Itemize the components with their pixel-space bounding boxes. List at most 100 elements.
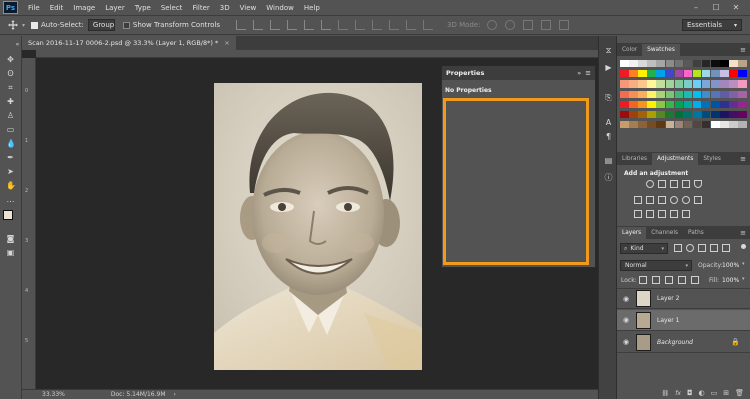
- lock-pixels-icon[interactable]: [652, 276, 660, 284]
- color-swatch[interactable]: [665, 111, 675, 119]
- color-swatch[interactable]: [647, 90, 656, 98]
- distribute-bottom-icon[interactable]: [372, 20, 382, 30]
- tab-swatches[interactable]: Swatches: [642, 44, 680, 56]
- layer-style-icon[interactable]: fx: [675, 390, 681, 397]
- panel-menu-icon[interactable]: ≡: [585, 69, 591, 77]
- align-middle-icon[interactable]: [253, 20, 263, 30]
- panel-menu-icon[interactable]: ≡: [740, 229, 746, 237]
- screen-mode-icon[interactable]: ▣: [6, 248, 15, 257]
- color-swatch[interactable]: [629, 111, 638, 119]
- color-swatch[interactable]: [683, 90, 693, 98]
- color-swatch[interactable]: [674, 90, 684, 98]
- color-swatch[interactable]: [711, 60, 720, 68]
- color-swatch[interactable]: [620, 80, 629, 88]
- color-swatch[interactable]: [692, 80, 702, 88]
- color-swatch[interactable]: [729, 90, 738, 98]
- color-swatch[interactable]: [738, 90, 747, 98]
- tab-layers[interactable]: Layers: [617, 227, 647, 239]
- color-swatch[interactable]: [692, 121, 702, 129]
- color-swatch[interactable]: [692, 60, 702, 68]
- menu-help[interactable]: Help: [304, 4, 320, 12]
- curves-icon[interactable]: [670, 180, 678, 188]
- color-swatch[interactable]: [620, 70, 629, 78]
- color-swatch[interactable]: [729, 70, 738, 78]
- color-swatch[interactable]: [720, 60, 729, 68]
- delete-layer-icon[interactable]: 🗑: [735, 389, 744, 397]
- 3d-orbit-icon[interactable]: [486, 20, 497, 30]
- color-swatch[interactable]: [638, 70, 647, 78]
- collapse-toolbar-icon[interactable]: «: [13, 40, 22, 49]
- color-swatch[interactable]: [647, 111, 656, 119]
- lock-position-icon[interactable]: [665, 276, 673, 284]
- 3d-roll-icon[interactable]: [504, 20, 515, 30]
- filter-toggle-icon[interactable]: [741, 244, 746, 249]
- color-swatch[interactable]: [692, 70, 702, 78]
- menu-window[interactable]: Window: [266, 4, 294, 12]
- color-swatch[interactable]: [711, 111, 720, 119]
- color-swatch[interactable]: [738, 60, 747, 68]
- color-swatch[interactable]: [720, 70, 729, 78]
- lock-icon[interactable]: 🔒: [731, 338, 740, 346]
- filter-adjustment-icon[interactable]: [686, 244, 694, 252]
- tab-paths[interactable]: Paths: [683, 227, 709, 239]
- color-swatch[interactable]: [720, 100, 729, 108]
- menu-3d[interactable]: 3D: [220, 4, 230, 12]
- chevron-down-icon[interactable]: ▾: [742, 261, 745, 267]
- exposure-icon[interactable]: [682, 180, 690, 188]
- eye-icon[interactable]: ◉: [621, 338, 631, 346]
- color-swatch[interactable]: [738, 80, 747, 88]
- new-layer-icon[interactable]: ⊞: [723, 389, 729, 397]
- properties-header[interactable]: Properties » ≡: [442, 66, 595, 80]
- color-swatch[interactable]: [647, 70, 656, 78]
- color-swatch[interactable]: [656, 70, 665, 78]
- tab-adjustments[interactable]: Adjustments: [652, 153, 699, 165]
- distribute-center-icon[interactable]: [406, 20, 416, 30]
- color-swatch[interactable]: [647, 121, 656, 129]
- color-swatch[interactable]: [638, 90, 647, 98]
- align-center-icon[interactable]: [304, 20, 314, 30]
- color-swatch[interactable]: [692, 100, 702, 108]
- actions-icon[interactable]: ▶: [604, 63, 613, 72]
- color-swatch[interactable]: [620, 100, 629, 108]
- new-adjustment-icon[interactable]: ◐: [699, 389, 705, 397]
- color-swatch[interactable]: [620, 60, 629, 68]
- color-swatch[interactable]: [720, 121, 729, 129]
- color-swatch[interactable]: [701, 90, 711, 98]
- color-swatch[interactable]: [629, 80, 638, 88]
- vibrance-icon[interactable]: [694, 180, 702, 188]
- color-swatch[interactable]: [665, 80, 675, 88]
- chevron-down-icon[interactable]: ▾: [742, 276, 745, 282]
- align-top-icon[interactable]: [236, 20, 246, 30]
- black-white-icon[interactable]: [658, 196, 666, 204]
- menu-view[interactable]: View: [240, 4, 257, 12]
- healing-tool-icon[interactable]: ✚: [6, 97, 15, 106]
- stamp-tool-icon[interactable]: ♙: [6, 111, 15, 120]
- color-swatch[interactable]: [701, 60, 711, 68]
- color-swatch[interactable]: [647, 60, 656, 68]
- quick-mask-icon[interactable]: ◙: [6, 234, 15, 243]
- levels-icon[interactable]: [658, 180, 666, 188]
- menu-select[interactable]: Select: [161, 4, 183, 12]
- collapse-panel-icon[interactable]: »: [577, 70, 581, 77]
- color-swatch[interactable]: [683, 80, 693, 88]
- menu-layer[interactable]: Layer: [105, 4, 125, 12]
- color-swatch[interactable]: [638, 121, 647, 129]
- color-swatch[interactable]: [683, 121, 693, 129]
- align-left-icon[interactable]: [287, 20, 297, 30]
- chevron-right-icon[interactable]: ›: [174, 391, 176, 398]
- add-mask-icon[interactable]: ◘: [687, 389, 693, 397]
- color-swatch[interactable]: [665, 60, 675, 68]
- color-swatch[interactable]: [701, 121, 711, 129]
- color-swatch[interactable]: [738, 70, 747, 78]
- color-swatch[interactable]: [711, 121, 720, 129]
- color-swatch[interactable]: [656, 60, 665, 68]
- color-swatch[interactable]: [656, 121, 665, 129]
- layer-row-selected[interactable]: ◉ Layer 1: [617, 310, 750, 331]
- color-swatch[interactable]: [629, 60, 638, 68]
- color-swatch[interactable]: [629, 100, 638, 108]
- color-swatch[interactable]: [656, 111, 665, 119]
- blend-mode-dropdown[interactable]: Normal ▾: [620, 260, 692, 271]
- distribute-middle-icon[interactable]: [355, 20, 365, 30]
- distribute-top-icon[interactable]: [338, 20, 348, 30]
- layer-kind-filter[interactable]: ⌕ Kind ▾: [620, 243, 668, 254]
